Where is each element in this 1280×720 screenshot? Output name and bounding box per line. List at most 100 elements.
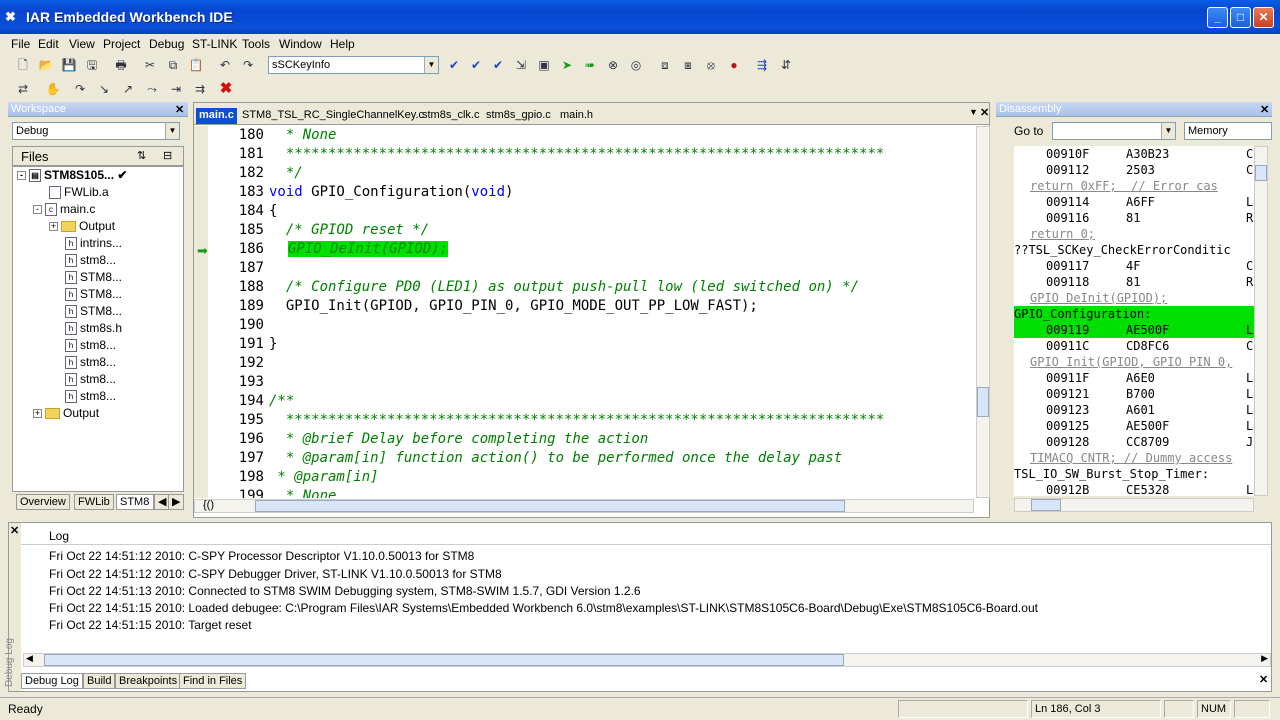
menu-file[interactable]: File	[11, 37, 30, 51]
scroll-right-icon[interactable]: ▶	[1261, 653, 1268, 664]
chevron-down-icon[interactable]: ▼	[165, 123, 179, 139]
next-statement-icon[interactable]: ⤳	[144, 81, 160, 97]
step-over-icon[interactable]: ↷	[72, 81, 88, 97]
tree-item[interactable]: h stm8...	[65, 388, 116, 405]
tab-fwlib[interactable]: FWLib	[74, 494, 114, 510]
download-debug-icon[interactable]: ⧈	[657, 57, 673, 73]
run-to-cursor-icon[interactable]: ⇥	[168, 81, 184, 97]
tree-item[interactable]: h stm8...	[65, 354, 116, 371]
settings-icon[interactable]: ⊟	[163, 149, 172, 162]
undo-icon[interactable]: ↶	[217, 57, 233, 73]
save-all-icon[interactable]: 🖫	[84, 57, 100, 73]
config-select[interactable]: Debug ▼	[12, 122, 180, 140]
tab-debug-log[interactable]: Debug Log	[21, 673, 83, 689]
sort-icon[interactable]: ⇅	[137, 149, 146, 162]
reset-icon[interactable]: ⇵	[778, 57, 794, 73]
expand-icon[interactable]: +	[49, 222, 58, 232]
compile-icon[interactable]: ➤	[559, 57, 575, 73]
tree-item[interactable]: h intrins...	[65, 235, 122, 252]
tree-item[interactable]: FWLib.a	[49, 184, 109, 201]
disassembly-vscroll[interactable]	[1254, 146, 1268, 496]
editor-hscroll[interactable]: {()	[194, 499, 974, 513]
scroll-left-icon[interactable]: ◀	[26, 653, 33, 664]
maximize-button[interactable]: □	[1230, 7, 1251, 28]
chevron-down-icon[interactable]: ▼	[424, 57, 438, 73]
tree-item[interactable]: h STM8...	[65, 303, 122, 320]
collapse-icon[interactable]: -	[33, 205, 42, 215]
tree-item[interactable]: h stm8...	[65, 371, 116, 388]
menu-window[interactable]: Window	[279, 37, 322, 51]
tab-main-c[interactable]: main.c	[196, 108, 237, 124]
tab-tsl-rc[interactable]: STM8_TSL_RC_SingleChannelKey.c	[242, 108, 424, 124]
toggle-breakpoint-icon[interactable]: ◎	[628, 57, 644, 73]
memory-select[interactable]: Memory	[1184, 122, 1272, 140]
close-icon[interactable]: ✕	[1259, 673, 1268, 686]
tab-overview[interactable]: Overview	[16, 494, 70, 510]
stop-debug-icon[interactable]: ⦻	[703, 57, 719, 73]
tree-item[interactable]: h stm8...	[65, 337, 116, 354]
tree-item[interactable]: + Output	[33, 405, 99, 422]
stop-debugging-icon[interactable]: ✖	[218, 81, 234, 97]
find-combo[interactable]: sSCKeyInfo ▼	[268, 56, 439, 74]
code-view[interactable]: 180 * None 181 *************************…	[194, 126, 976, 498]
paste-icon[interactable]: 📋	[188, 57, 204, 73]
function-nav[interactable]: {()	[203, 499, 214, 511]
editor-vscroll[interactable]	[976, 126, 990, 498]
step-into-icon[interactable]: ↘	[96, 81, 112, 97]
close-icon[interactable]: ✕	[175, 103, 184, 116]
reset-debug-icon[interactable]: ⇄	[15, 81, 31, 97]
tab-stm8[interactable]: STM8	[116, 494, 154, 510]
tab-breakpoints[interactable]: Breakpoints	[115, 673, 182, 689]
close-icon[interactable]: ✕	[10, 524, 19, 537]
find-in-files-icon[interactable]: ▣	[536, 57, 552, 73]
toggle-bookmark-icon[interactable]: ✔	[446, 57, 462, 73]
log-hscroll[interactable]: ◀ ▶	[23, 653, 1271, 667]
go-debug-icon[interactable]: ⇉	[192, 81, 208, 97]
tab-list-icon[interactable]: ▼	[969, 107, 978, 117]
menu-debug[interactable]: Debug	[149, 37, 184, 51]
cut-icon[interactable]: ✂	[142, 57, 158, 73]
menu-st-link[interactable]: ST-LINK	[192, 37, 237, 51]
tree-item[interactable]: h STM8...	[65, 286, 122, 303]
close-icon[interactable]: ✕	[1260, 103, 1269, 116]
disassembly-hscroll[interactable]	[1014, 498, 1254, 512]
menu-tools[interactable]: Tools	[242, 37, 270, 51]
close-button[interactable]: ✕	[1253, 7, 1274, 28]
disassembly-list[interactable]: 00910F A30B23 C 009112 2503 C return 0xFF; // …	[1014, 146, 1254, 496]
go-icon[interactable]: ⇶	[754, 57, 770, 73]
prev-bookmark-icon[interactable]: ✔	[490, 57, 506, 73]
close-icon[interactable]: ✕	[980, 106, 989, 119]
next-bookmark-icon[interactable]: ✔	[468, 57, 484, 73]
navigate-icon[interactable]: ⇲	[513, 57, 529, 73]
tab-stm8s-gpio[interactable]: stm8s_gpio.c	[486, 108, 551, 124]
make-icon[interactable]: ➠	[582, 57, 598, 73]
goto-input[interactable]: ▼	[1052, 122, 1176, 140]
save-icon[interactable]: 💾	[61, 57, 77, 73]
breakpoint-icon[interactable]: ●	[726, 57, 742, 73]
tab-find-in-files[interactable]: Find in Files	[179, 673, 247, 689]
step-out-icon[interactable]: ↗	[120, 81, 136, 97]
debug-without-download-icon[interactable]: ⧆	[680, 57, 696, 73]
tab-main-h[interactable]: main.h	[560, 108, 593, 124]
tree-item[interactable]: h stm8s.h	[65, 320, 122, 337]
stop-build-icon[interactable]: ⊗	[605, 57, 621, 73]
redo-icon[interactable]: ↷	[240, 57, 256, 73]
tree-item[interactable]: - c main.c	[33, 201, 95, 218]
scroll-right-icon[interactable]: ▶	[168, 494, 185, 510]
tree-item[interactable]: h STM8...	[65, 269, 122, 286]
menu-help[interactable]: Help	[330, 37, 355, 51]
new-file-icon[interactable]: 🗋	[15, 57, 31, 73]
menu-project[interactable]: Project	[103, 37, 140, 51]
minimize-button[interactable]: _	[1207, 7, 1228, 28]
tree-project[interactable]: - ▤ STM8S105... ✔	[17, 167, 127, 184]
collapse-icon[interactable]: -	[17, 171, 26, 181]
tab-stm8s-clk[interactable]: stm8s_clk.c	[422, 108, 479, 124]
print-icon[interactable]: 🖶	[113, 57, 129, 73]
chevron-down-icon[interactable]: ▼	[1161, 123, 1175, 139]
break-icon[interactable]: ✋	[45, 81, 61, 97]
copy-icon[interactable]: ⧉	[165, 57, 181, 73]
tree-item[interactable]: + Output	[49, 218, 115, 235]
menu-edit[interactable]: Edit	[38, 37, 59, 51]
tree-item[interactable]: h stm8...	[65, 252, 116, 269]
open-icon[interactable]: 📂	[38, 57, 54, 73]
